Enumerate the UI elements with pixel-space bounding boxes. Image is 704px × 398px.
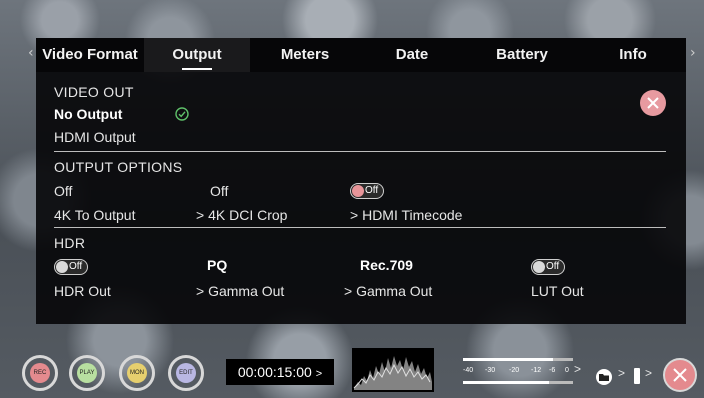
tab-date[interactable]: Date <box>360 38 464 72</box>
lut-out-label[interactable]: LUT Out <box>531 283 584 299</box>
meter-fill <box>463 358 554 361</box>
tab-meters[interactable]: Meters <box>250 38 360 72</box>
hdmi-output-option[interactable]: HDMI Output <box>54 129 136 145</box>
meter-tick: 0 <box>565 367 569 374</box>
gamma-out-label-2[interactable]: > Gamma Out <box>344 283 432 299</box>
gamma-out-text: Gamma Out <box>208 283 285 299</box>
meter-tick: -12 <box>531 367 542 374</box>
meter-bar-left <box>463 358 573 361</box>
tab-battery[interactable]: Battery <box>464 38 580 72</box>
chevron-right-icon[interactable]: > <box>618 366 625 380</box>
lut-out-toggle[interactable]: Off <box>531 259 565 275</box>
toggle-knob <box>56 261 68 273</box>
exit-button[interactable] <box>663 358 697 392</box>
meter-tick: -40 <box>463 367 474 374</box>
chevron-right-icon: > <box>315 368 323 380</box>
toggle-knob <box>533 261 545 273</box>
4k-to-output-value[interactable]: Off <box>54 183 72 199</box>
rec-button-label: REC <box>30 363 50 383</box>
close-icon <box>647 97 659 109</box>
4k-to-output-label[interactable]: 4K To Output <box>54 207 135 223</box>
hdmi-timecode-text: HDMI Timecode <box>362 207 463 223</box>
no-output-option[interactable]: No Output <box>54 106 122 122</box>
folder-icon[interactable] <box>594 368 616 386</box>
gamma-out-label[interactable]: > Gamma Out <box>196 283 284 299</box>
toggle-state: Off <box>365 185 379 196</box>
tab-info[interactable]: Info <box>580 38 686 72</box>
play-button[interactable]: PLAY <box>69 355 105 391</box>
chevron-right-icon[interactable]: › <box>690 45 696 61</box>
chevron-right-icon: > <box>350 207 359 223</box>
timecode-display[interactable]: 00:00:15:00 > <box>226 359 334 385</box>
meter-tick: -6 <box>549 367 556 374</box>
edit-button-label: EDIT <box>176 363 196 383</box>
gamma-pq-value[interactable]: PQ <box>207 257 227 273</box>
meter-tick: -20 <box>509 367 520 374</box>
close-icon <box>673 368 687 382</box>
chevron-right-icon[interactable]: > <box>645 366 652 380</box>
meter-tick: -30 <box>485 367 496 374</box>
4k-dci-crop-text: 4K DCI Crop <box>208 207 288 223</box>
check-circle-icon <box>175 107 189 121</box>
chevron-right-icon[interactable]: > <box>574 362 581 376</box>
gamma-rec709-value[interactable]: Rec.709 <box>360 257 413 273</box>
mon-button[interactable]: MON <box>119 355 155 391</box>
mon-button-label: MON <box>127 363 147 383</box>
waveform-monitor[interactable] <box>352 348 434 392</box>
hdmi-timecode-toggle[interactable]: Off <box>350 183 384 199</box>
chevron-right-icon: > <box>344 283 353 299</box>
edit-button[interactable]: EDIT <box>168 355 204 391</box>
rec-button[interactable]: REC <box>22 355 58 391</box>
meter-fill <box>463 381 549 384</box>
meter-bar-right <box>463 381 573 384</box>
hdr-heading: HDR <box>54 235 86 251</box>
timecode-value: 00:00:15:00 <box>237 364 312 380</box>
divider <box>54 227 666 228</box>
chevron-left-icon[interactable]: ‹ <box>28 45 34 61</box>
battery-icon[interactable] <box>632 366 642 386</box>
divider <box>54 151 666 152</box>
hdr-out-label[interactable]: HDR Out <box>54 283 111 299</box>
tab-video-format[interactable]: Video Format <box>36 38 144 72</box>
video-out-heading: VIDEO OUT <box>54 84 134 100</box>
4k-dci-crop-label[interactable]: > 4K DCI Crop <box>196 207 287 223</box>
close-button[interactable] <box>640 90 666 116</box>
4k-dci-crop-value[interactable]: Off <box>210 183 228 199</box>
toggle-knob <box>352 185 364 197</box>
play-button-label: PLAY <box>77 363 97 383</box>
tab-output[interactable]: Output <box>144 38 250 72</box>
gamma-out-text: Gamma Out <box>356 283 433 299</box>
waveform-graph <box>353 356 432 390</box>
output-options-heading: OUTPUT OPTIONS <box>54 159 183 175</box>
hdmi-timecode-label[interactable]: > HDMI Timecode <box>350 207 462 223</box>
audio-meters[interactable]: -40 -30 -20 -12 -6 0 <box>463 357 573 385</box>
settings-panel <box>36 38 686 324</box>
tab-bar: ‹ Video Format Output Meters Date Batter… <box>0 38 704 72</box>
toggle-state: Off <box>546 261 560 272</box>
hdr-out-toggle[interactable]: Off <box>54 259 88 275</box>
chevron-right-icon: > <box>196 283 205 299</box>
toggle-state: Off <box>69 261 83 272</box>
chevron-right-icon: > <box>196 207 205 223</box>
